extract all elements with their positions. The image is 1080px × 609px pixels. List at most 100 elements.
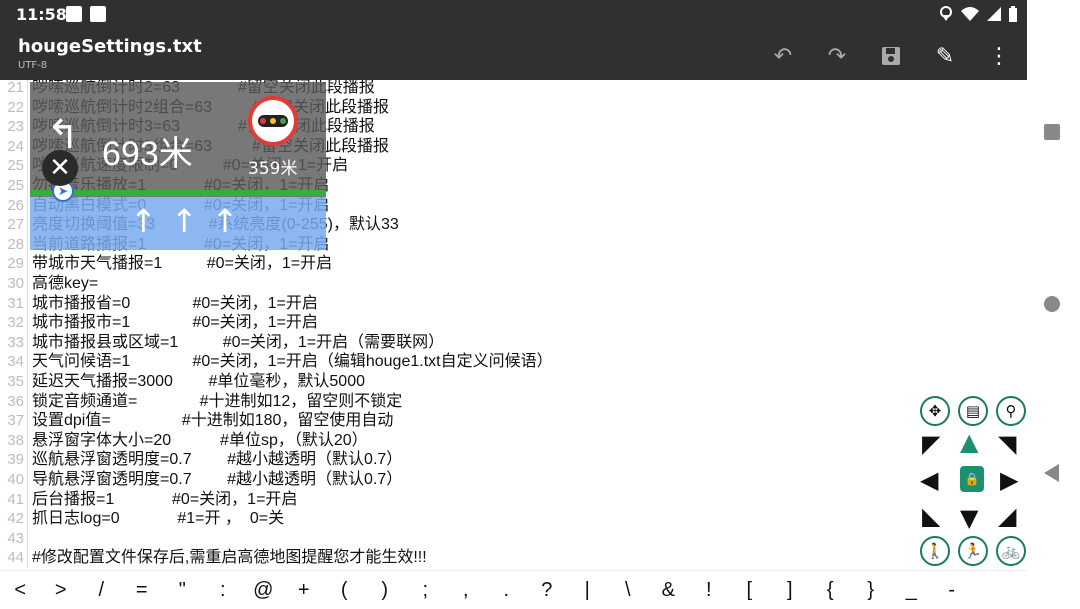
arrow-down-icon[interactable]: ▼ <box>960 504 978 532</box>
back-button[interactable] <box>1044 464 1059 482</box>
symbol-key[interactable]: + <box>284 579 325 602</box>
line-number: 34 <box>7 353 24 371</box>
line-number: 33 <box>7 333 24 351</box>
symbol-key[interactable]: \ <box>608 579 649 602</box>
editor-line[interactable]: 42 抓日志log=0 #1=开 ， 0=关 <box>0 509 1027 529</box>
symbol-key[interactable]: ] <box>770 579 811 602</box>
walk-icon[interactable]: 🚶 <box>920 536 950 566</box>
line-text[interactable]: 设置dpi值= #十进制如180，留空使用自动 <box>32 411 393 431</box>
home-button[interactable] <box>1044 296 1060 312</box>
bike-icon[interactable]: 🚲 <box>996 536 1026 566</box>
editor-line[interactable]: 38 悬浮窗字体大小=20 #单位sp，（默认20） <box>0 431 1027 451</box>
line-text[interactable]: 城市播报县或区域=1 #0=关闭，1=开启（需要联网） <box>32 333 444 353</box>
symbol-key[interactable]: & <box>648 579 689 602</box>
line-text[interactable]: 延迟天气播报=3000 #单位毫秒，默认5000 <box>32 372 365 392</box>
line-text[interactable]: 后台播报=1 #0=关闭，1=开启 <box>32 490 297 510</box>
symbol-key[interactable]: = <box>122 579 163 602</box>
line-number: 24 <box>7 137 24 155</box>
more-icon[interactable]: ⋮ <box>983 40 1015 72</box>
location-icon <box>940 6 952 21</box>
editor-line[interactable]: 40 导航悬浮窗透明度=0.7 #越小越透明（默认0.7） <box>0 470 1027 490</box>
lane-arrow-icon: ↑ <box>170 202 198 240</box>
arrow-up-icon[interactable]: ▲ <box>960 428 978 456</box>
line-number: 35 <box>7 373 24 390</box>
line-text[interactable]: 抓日志log=0 #1=开 ， 0=关 <box>32 509 284 529</box>
undo-icon[interactable]: ↶ <box>767 40 799 72</box>
arrow-up-right-icon[interactable]: ◥ <box>998 430 1016 458</box>
symbol-key[interactable]: . <box>486 579 527 602</box>
recents-button[interactable] <box>1044 124 1060 140</box>
line-text[interactable]: 带城市天气播报=1 #0=关闭，1=开启 <box>32 254 332 274</box>
arrow-down-left-icon[interactable]: ◣ <box>922 502 940 530</box>
editor-line[interactable]: 29 带城市天气播报=1 #0=关闭，1=开启 <box>0 254 1027 274</box>
navigation-overlay[interactable]: ↰ 693米 359米 ➤ ↑ ↑ ↑ ✕ <box>30 82 326 250</box>
lock-icon[interactable]: 🔒 <box>960 466 984 492</box>
edit-icon[interactable]: ✎ <box>929 40 961 72</box>
file-title: hougeSettings.txt <box>18 36 202 57</box>
editor-line[interactable]: 39 巡航悬浮窗透明度=0.7 #越小越透明（默认0.7） <box>0 450 1027 470</box>
line-text[interactable]: 巡航悬浮窗透明度=0.7 #越小越透明（默认0.7） <box>32 450 402 470</box>
symbol-key[interactable]: @ <box>243 579 284 602</box>
symbol-key[interactable]: - <box>932 579 973 602</box>
arrow-down-right-icon[interactable]: ◢ <box>998 502 1016 530</box>
symbol-key[interactable]: | <box>567 579 608 602</box>
line-text[interactable]: 高德key= <box>32 274 98 294</box>
line-number: 44 <box>7 549 24 567</box>
editor-line[interactable]: 43 <box>0 529 1027 549</box>
move-icon[interactable]: ✥ <box>920 396 950 426</box>
save-icon[interactable] <box>875 40 907 72</box>
symbol-key[interactable]: ; <box>405 579 446 602</box>
symbol-key[interactable]: ( <box>324 579 365 602</box>
run-icon[interactable]: 🏃 <box>958 536 988 566</box>
close-overlay-button[interactable]: ✕ <box>42 150 78 186</box>
editor-line[interactable]: 44 #修改配置文件保存后,需重启高德地图提醒您才能生效!!! <box>0 548 1027 568</box>
symbol-key[interactable]: < <box>0 579 41 602</box>
editor-line[interactable]: 32 城市播报市=1 #0=关闭，1=开启 <box>0 313 1027 333</box>
arrow-left-icon[interactable]: ◀ <box>920 466 938 494</box>
line-number: 26 <box>7 196 24 214</box>
editor-line[interactable]: 37 设置dpi值= #十进制如180，留空使用自动 <box>0 411 1027 431</box>
redo-icon[interactable]: ↷ <box>821 40 853 72</box>
turn-distance: 693米 <box>102 135 193 173</box>
arrow-up-left-icon[interactable]: ◤ <box>922 430 940 458</box>
traffic-light-distance: 359米 <box>248 159 298 179</box>
editor-line[interactable]: 35 延迟天气播报=3000 #单位毫秒，默认5000 <box>0 372 1027 392</box>
line-text[interactable]: 城市播报省=0 #0=关闭，1=开启 <box>32 294 318 314</box>
symbol-key[interactable]: ! <box>689 579 730 602</box>
editor-line[interactable]: 30 高德key= <box>0 274 1027 294</box>
symbol-key[interactable]: > <box>41 579 82 602</box>
symbol-key[interactable]: _ <box>891 579 932 602</box>
editor-line[interactable]: 34 天气问候语=1 #0=关闭，1=开启（编辑houge1.txt自定义问候语） <box>0 352 1027 372</box>
symbol-key[interactable]: } <box>851 579 892 602</box>
app-bar-actions: ↶ ↷ ✎ ⋮ <box>767 40 1015 72</box>
arrow-right-icon[interactable]: ▶ <box>1000 466 1018 494</box>
symbol-bar: < > / = ": @ +();,.? | \ &![]{} _ - <box>0 570 1027 609</box>
line-text[interactable]: 悬浮窗字体大小=20 #单位sp，（默认20） <box>32 431 368 451</box>
lane-arrow-icon: ↑ <box>211 202 239 240</box>
line-text[interactable]: #修改配置文件保存后,需重启高德地图提醒您才能生效!!! <box>32 548 427 568</box>
line-text[interactable]: 城市播报市=1 #0=关闭，1=开启 <box>32 313 318 333</box>
symbol-key[interactable]: " <box>162 579 203 602</box>
app-notification-icon <box>90 6 106 22</box>
symbol-key[interactable]: : <box>203 579 244 602</box>
editor-line[interactable]: 33 城市播报县或区域=1 #0=关闭，1=开启（需要联网） <box>0 333 1027 353</box>
symbol-key[interactable]: ) <box>365 579 406 602</box>
editor-line[interactable]: 41 后台播报=1 #0=关闭，1=开启 <box>0 490 1027 510</box>
line-number: 28 <box>7 235 24 253</box>
line-text[interactable]: 导航悬浮窗透明度=0.7 #越小越透明（默认0.7） <box>32 470 402 490</box>
route-progress-bar <box>30 190 326 196</box>
editor-line[interactable]: 31 城市播报省=0 #0=关闭，1=开启 <box>0 294 1027 314</box>
app-bar: hougeSettings.txt UTF-8 ↶ ↷ ✎ ⋮ <box>0 30 1027 80</box>
line-text[interactable]: 天气问候语=1 #0=关闭，1=开启（编辑houge1.txt自定义问候语） <box>32 352 553 372</box>
lane-arrow-icon: ↑ <box>130 202 157 240</box>
line-number: 23 <box>7 118 24 136</box>
symbol-key[interactable]: [ <box>729 579 770 602</box>
symbol-key[interactable]: / <box>81 579 122 602</box>
route-icon[interactable]: ⚲ <box>996 396 1026 426</box>
symbol-key[interactable]: { <box>810 579 851 602</box>
editor-line[interactable]: 36 锁定音频通道= #十进制如12，留空则不锁定 <box>0 392 1027 412</box>
settings-file-icon[interactable]: ▤ <box>958 396 988 426</box>
symbol-key[interactable]: , <box>446 579 487 602</box>
symbol-key[interactable]: ? <box>527 579 568 602</box>
line-text[interactable]: 锁定音频通道= #十进制如12，留空则不锁定 <box>32 392 402 412</box>
